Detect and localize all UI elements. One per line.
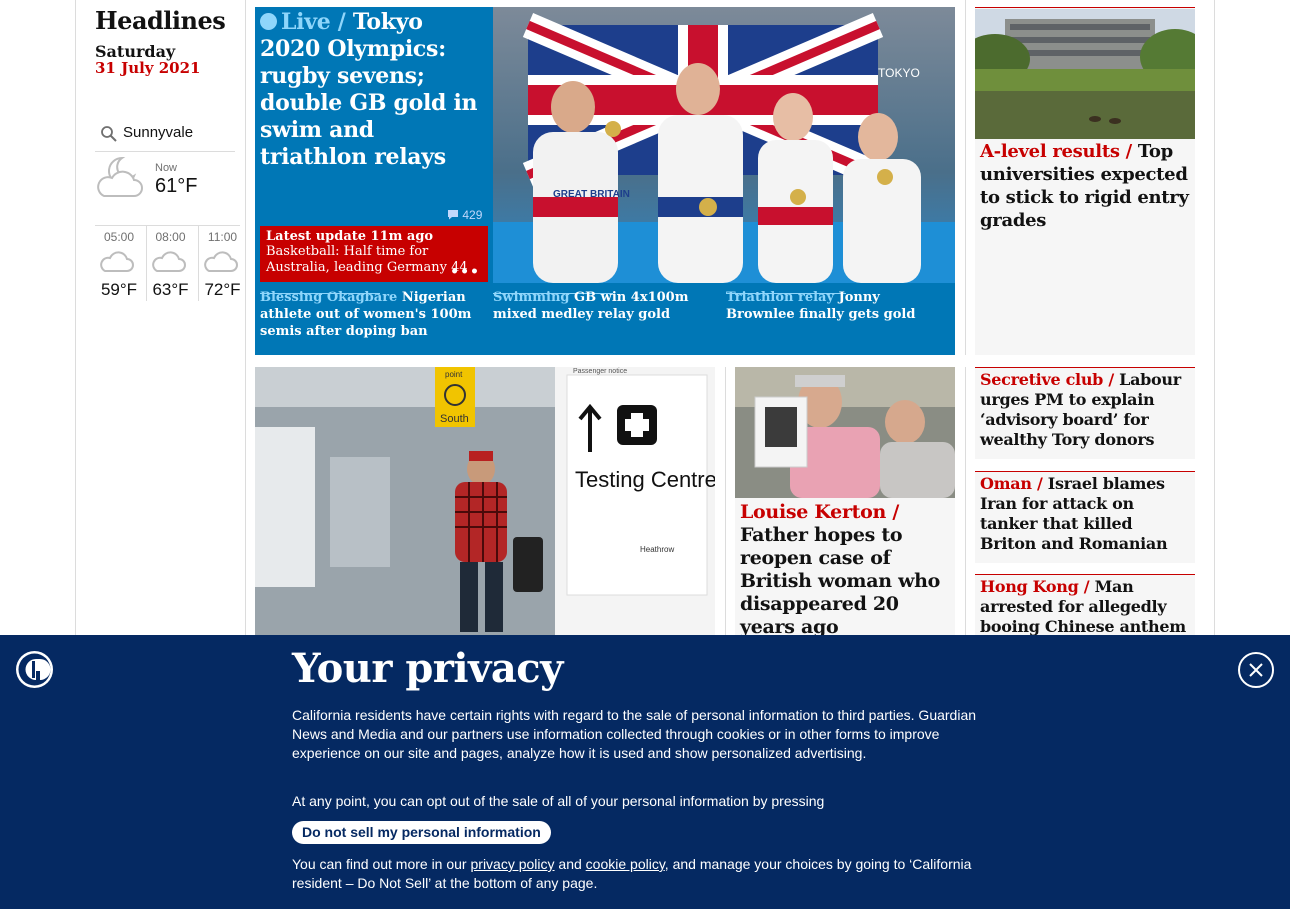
- airport-testing-photo[interactable]: point South Passenger notice Testing Cen…: [255, 367, 715, 637]
- column-divider: [965, 0, 966, 355]
- guardian-logo-icon: [16, 651, 53, 688]
- weather-now-temp: 61°F: [155, 175, 198, 197]
- comment-icon: [448, 210, 458, 220]
- forecast-temp: 63°F: [152, 280, 189, 299]
- weather-now-label: Now: [155, 162, 178, 174]
- news-card-hong-kong[interactable]: Hong Kong / Man arrested for allegedly b…: [975, 574, 1195, 636]
- privacy-paragraph: California residents have certain rights…: [292, 707, 977, 761]
- date-full: 31 July 2021: [95, 59, 201, 77]
- sub-link-swimming[interactable]: Swimming GB win 4x100m mixed medley rela…: [493, 289, 719, 323]
- sub-link-triathlon[interactable]: Triathlon relay Jonny Brownlee finally g…: [726, 289, 952, 323]
- kerton-card[interactable]: Louise Kerton / Father hopes to reopen c…: [735, 367, 955, 639]
- live-headline[interactable]: Live / Tokyo 2020 Olympics: rugby sevens…: [260, 9, 488, 171]
- close-icon: [1249, 663, 1263, 677]
- weather-location-search[interactable]: Sunnyvale: [95, 117, 235, 152]
- privacy-text: You can find out more in our: [292, 856, 467, 872]
- weather-location[interactable]: Sunnyvale: [123, 124, 193, 141]
- live-dot-icon: [260, 13, 277, 30]
- image-sign-text: Heathrow: [640, 545, 674, 554]
- column-divider: [75, 0, 76, 636]
- column-divider: [1214, 0, 1215, 636]
- do-not-sell-button[interactable]: Do not sell my personal information: [292, 821, 551, 844]
- card-kicker: Louise Kerton /: [740, 501, 899, 523]
- weather-forecast: 05:00 59°F 08:00 63°F 11:00 72°F: [95, 225, 241, 301]
- forecast-temp: 72°F: [204, 280, 241, 299]
- comment-count-value: 429: [462, 208, 483, 222]
- privacy-paragraph: You can find out more in our privacy pol…: [292, 855, 982, 893]
- live-kicker: Live /: [281, 9, 346, 35]
- comment-count[interactable]: 429: [447, 208, 482, 222]
- cookie-policy-link[interactable]: cookie policy: [586, 856, 665, 872]
- column-divider: [725, 367, 726, 637]
- image-sign-text: point: [445, 370, 463, 379]
- partly-cloudy-night-icon: [94, 154, 150, 204]
- card-kicker: Hong Kong /: [980, 577, 1090, 596]
- forecast-item: 11:00 72°F: [198, 226, 246, 301]
- cloud-icon: [100, 251, 134, 272]
- guardian-page: Headlines Saturday 31 July 2021 Sunnyval…: [0, 0, 1290, 909]
- alevel-headline[interactable]: A-level results / Top universities expec…: [980, 140, 1190, 232]
- latest-update-label: Latest update 11m ago: [266, 229, 434, 244]
- image-caption-text: GREAT BRITAIN: [553, 189, 630, 200]
- cloud-icon: [204, 251, 238, 272]
- image-sign-text: Passenger notice: [573, 368, 627, 375]
- image-sign-text: Testing Centre: [575, 467, 715, 492]
- section-title: Headlines: [95, 6, 226, 35]
- forecast-item: 08:00 63°F: [146, 226, 194, 301]
- forecast-time: 08:00: [155, 230, 186, 244]
- card-kicker: A-level results /: [980, 141, 1132, 162]
- forecast-item: 05:00 59°F: [95, 226, 143, 301]
- column-divider: [245, 0, 246, 636]
- news-card-secretive-club[interactable]: Secretive club / Labour urges PM to expl…: [975, 367, 1195, 459]
- alevel-card[interactable]: A-level results / Top universities expec…: [975, 7, 1195, 355]
- sub-link-okagbare[interactable]: Blessing Okagbare Nigerian athlete out o…: [260, 289, 486, 340]
- image-sign-text: TOKYO: [878, 66, 920, 80]
- more-dots-icon: •••: [450, 264, 480, 280]
- privacy-banner: Your privacy California residents have c…: [0, 635, 1290, 909]
- sub-kicker: Triathlon relay: [726, 290, 835, 305]
- image-sign-text: South: [440, 413, 469, 425]
- card-title: Oman / Israel blames Iran for attack on …: [980, 474, 1190, 554]
- olympics-swimmers-photo[interactable]: TOKYO GREAT BRITAIN: [493, 7, 955, 283]
- news-card-oman[interactable]: Oman / Israel blames Iran for attack on …: [975, 471, 1195, 563]
- live-blog-card[interactable]: Live / Tokyo 2020 Olympics: rugby sevens…: [255, 7, 955, 355]
- close-banner-button[interactable]: [1238, 652, 1274, 688]
- card-title: Hong Kong / Man arrested for allegedly b…: [980, 577, 1190, 636]
- kerton-headline[interactable]: Louise Kerton / Father hopes to reopen c…: [740, 501, 952, 639]
- sub-kicker: Swimming: [493, 290, 570, 305]
- card-title: Secretive club / Labour urges PM to expl…: [980, 370, 1190, 450]
- privacy-title: Your privacy: [292, 645, 563, 692]
- parents-holding-photo: [735, 367, 955, 498]
- column-divider: [965, 367, 966, 637]
- privacy-policy-link[interactable]: privacy policy: [471, 856, 555, 872]
- forecast-time: 11:00: [207, 230, 238, 244]
- sub-kicker: Blessing Okagbare: [260, 290, 398, 305]
- card-kicker: Oman /: [980, 474, 1043, 493]
- search-icon: [100, 125, 118, 147]
- latest-update-box[interactable]: Latest update 11m ago Basketball: Half t…: [260, 226, 488, 282]
- card-kicker: Secretive club /: [980, 370, 1114, 389]
- cloud-icon: [152, 251, 186, 272]
- privacy-text: and: [558, 856, 582, 872]
- card-headline-text: Father hopes to reopen case of British w…: [740, 524, 941, 638]
- privacy-paragraph: At any point, you can opt out of the sal…: [292, 793, 825, 809]
- university-lake-photo: [975, 9, 1195, 139]
- forecast-temp: 59°F: [100, 280, 138, 299]
- forecast-time: 05:00: [103, 230, 135, 244]
